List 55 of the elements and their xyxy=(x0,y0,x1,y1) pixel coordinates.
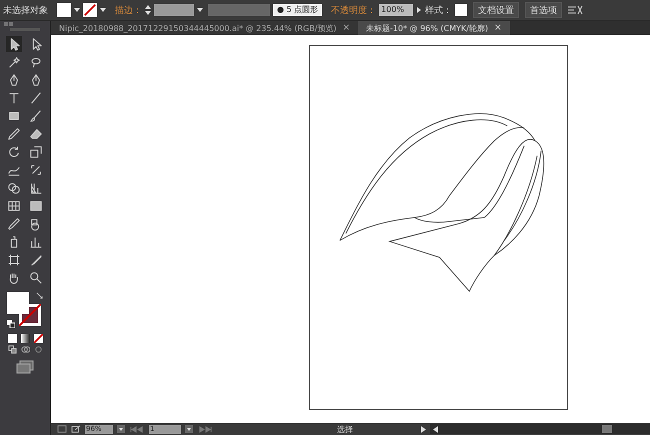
free-transform-icon[interactable] xyxy=(28,162,44,178)
play-icon[interactable] xyxy=(421,426,426,432)
color-mode-icon[interactable] xyxy=(8,334,16,343)
share-icon[interactable] xyxy=(71,425,81,433)
variable-width-field[interactable] xyxy=(208,4,270,16)
scroll-thumb[interactable] xyxy=(602,425,612,433)
fill-swatch[interactable] xyxy=(57,3,71,17)
dropdown-icon[interactable] xyxy=(185,425,193,433)
arrow-right-icon[interactable] xyxy=(416,7,422,13)
collapse-icon[interactable] xyxy=(4,22,14,26)
brush-dropdown[interactable]: ● 5 点圆形 xyxy=(273,4,322,16)
previous-page-icon[interactable] xyxy=(129,426,145,432)
current-tool-label: 选择 xyxy=(337,424,354,434)
dropdown-icon[interactable] xyxy=(117,425,125,433)
dropdown-icon[interactable] xyxy=(197,7,203,13)
default-colors-icon[interactable] xyxy=(7,320,15,328)
style-label: 样式： xyxy=(425,4,452,16)
document-tab[interactable]: Nipic_20180988_20171229150344445000.ai* @ 235.44% (RGB/预览) × xyxy=(51,21,358,35)
opacity-field[interactable]: 100% xyxy=(379,4,414,16)
opacity-label[interactable]: 不透明度： xyxy=(331,4,376,16)
pencil-icon[interactable] xyxy=(6,126,22,142)
scroll-left-icon[interactable] xyxy=(433,426,438,432)
selection-label: 未选择对象 xyxy=(3,4,48,16)
stroke-swatch[interactable] xyxy=(83,3,97,17)
style-swatch[interactable] xyxy=(455,4,468,16)
tab-title: 未标题-10* @ 96% (CMYK/轮廓) xyxy=(366,22,488,34)
gradient-icon[interactable] xyxy=(28,198,44,214)
close-icon[interactable]: × xyxy=(494,23,502,33)
stroke-label[interactable]: 描边： xyxy=(115,4,142,16)
stroke-weight-field[interactable] xyxy=(154,4,194,16)
artboard-icon[interactable] xyxy=(6,252,22,268)
none-mode-icon[interactable] xyxy=(34,334,42,343)
stepper-icon[interactable] xyxy=(145,4,151,16)
screen-mode-icon[interactable] xyxy=(16,360,34,374)
next-page-icon[interactable] xyxy=(197,426,213,432)
artboard-nav-icon[interactable] xyxy=(57,425,67,433)
dropdown-icon[interactable] xyxy=(100,7,106,13)
eraser-icon[interactable] xyxy=(28,126,44,142)
rotate-icon[interactable] xyxy=(6,144,22,160)
zoom-icon[interactable] xyxy=(28,270,44,286)
draw-behind-icon[interactable] xyxy=(20,345,30,354)
preferences-button[interactable]: 首选项 xyxy=(525,2,562,18)
tab-title: Nipic_20180988_20171229150344445000.ai* @ 235.44% (RGB/预览) xyxy=(59,22,336,34)
draw-mode-icon[interactable] xyxy=(8,345,16,354)
close-icon[interactable]: × xyxy=(342,23,350,33)
document-setup-button[interactable]: 文档设置 xyxy=(473,2,520,18)
fill-color-swatch[interactable] xyxy=(7,292,29,314)
swap-icon[interactable] xyxy=(36,292,43,299)
dropdown-icon[interactable] xyxy=(74,7,80,13)
gradient-mode-icon[interactable] xyxy=(20,334,30,343)
horizontal-scrollbar[interactable] xyxy=(430,424,650,434)
document-tab[interactable]: 未标题-10* @ 96% (CMYK/轮廓) × xyxy=(358,21,510,35)
shape-builder-icon[interactable] xyxy=(6,180,22,196)
mesh-icon[interactable] xyxy=(6,198,22,214)
scale-icon[interactable] xyxy=(28,144,44,160)
